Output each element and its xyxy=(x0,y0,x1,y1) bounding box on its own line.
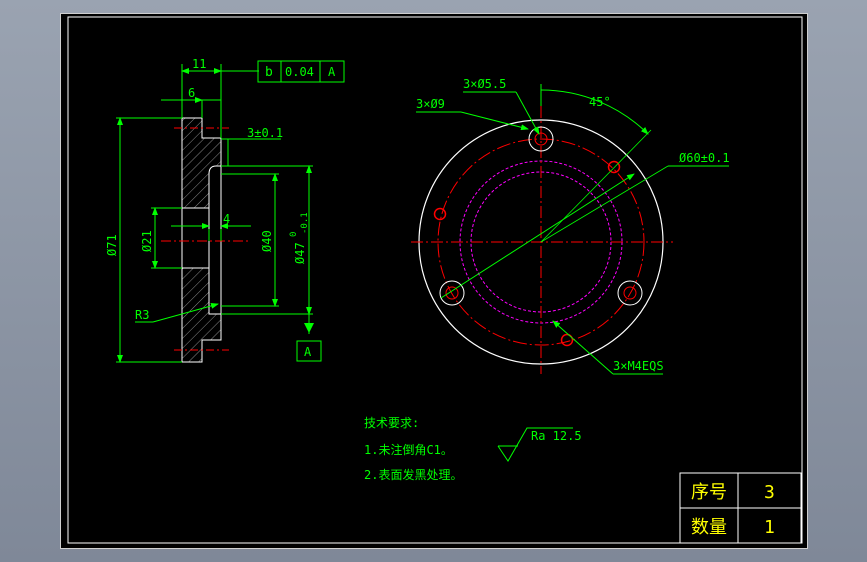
gdt-symbol: b xyxy=(265,65,273,80)
threaded-hole xyxy=(607,160,621,174)
drawing-sheet: 11 6 3±0.1 4 Ø71 Ø21 Ø40 Ø47 0 -0.1 A R3… xyxy=(60,13,808,549)
front-view: 3×Ø5.5 3×Ø9 45° Ø60±0.1 3×M4EQS xyxy=(411,77,730,375)
bolt-circle-label: Ø60±0.1 xyxy=(679,151,730,165)
title-row2-label: 数量 xyxy=(691,517,727,538)
flange-section-upper xyxy=(181,117,222,209)
dia-47-label: Ø47 xyxy=(293,242,307,264)
title-row2-value: 1 xyxy=(764,517,775,538)
gdt-value: 0.04 xyxy=(285,65,314,79)
side-section-view: 11 6 3±0.1 4 Ø71 Ø21 Ø40 Ø47 0 -0.1 A R3… xyxy=(105,57,345,363)
roughness-symbol: Ra 12.5 xyxy=(497,427,582,462)
threaded-hole xyxy=(433,207,447,221)
title-row1-label: 序号 xyxy=(691,482,727,503)
callout-holes-small: 3×Ø5.5 xyxy=(463,77,506,91)
dim-4-label: 4 xyxy=(223,212,230,226)
radius-label: R3 xyxy=(135,308,149,322)
thread-callout: 3×M4EQS xyxy=(613,359,664,373)
dia-47-tol-upper: 0 xyxy=(289,232,299,237)
callout-holes-large: 3×Ø9 xyxy=(416,97,445,111)
title-block: 序号 3 数量 1 xyxy=(679,472,802,544)
title-row1-value: 3 xyxy=(764,482,775,503)
notes-line-2: 2.表面发黑处理。 xyxy=(364,467,462,482)
flange-section-lower xyxy=(181,267,222,363)
dia-40-label: Ø40 xyxy=(260,230,274,252)
dim-11-label: 11 xyxy=(192,57,206,71)
cad-drawing: 11 6 3±0.1 4 Ø71 Ø21 Ø40 Ø47 0 -0.1 A R3… xyxy=(67,16,803,544)
drawing-frame xyxy=(67,16,803,544)
dia-21-label: Ø21 xyxy=(140,230,154,252)
technical-notes: 技术要求: 1.未注倒角C1。 2.表面发黑处理。 xyxy=(364,416,462,482)
gdt-datum: A xyxy=(328,65,336,79)
dim-6-label: 6 xyxy=(188,86,195,100)
dim-3-label: 3±0.1 xyxy=(247,126,283,140)
dia-47-tol-lower: -0.1 xyxy=(300,212,310,234)
notes-line-1: 1.未注倒角C1。 xyxy=(364,442,453,457)
datum-triangle xyxy=(304,323,314,333)
notes-heading: 技术要求: xyxy=(364,416,419,430)
dia-71-label: Ø71 xyxy=(105,234,119,256)
datum-label: A xyxy=(304,345,312,359)
roughness-label: Ra 12.5 xyxy=(531,429,582,443)
angle-label: 45° xyxy=(589,95,611,109)
